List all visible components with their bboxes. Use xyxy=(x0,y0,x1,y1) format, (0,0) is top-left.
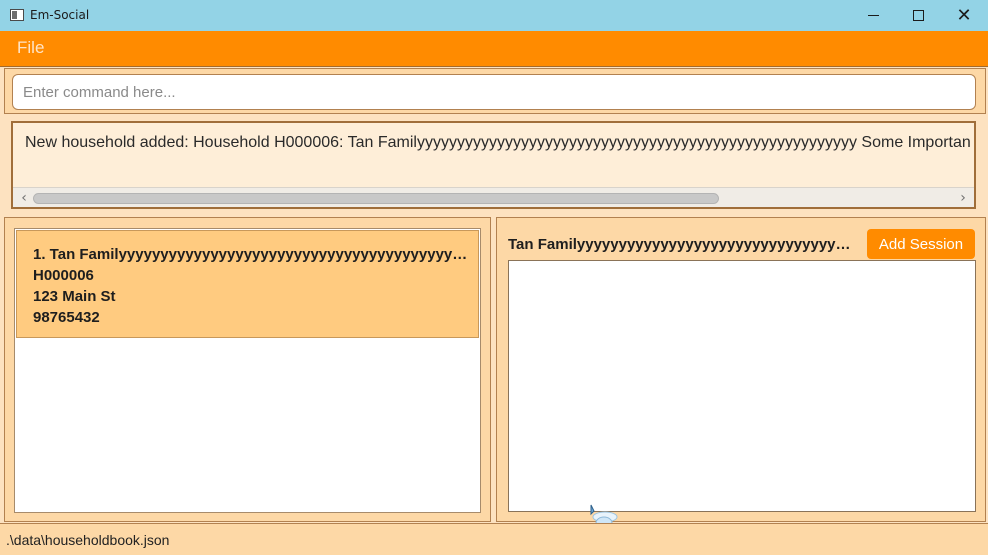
status-file-path: .\data\householdbook.json xyxy=(6,532,170,548)
list-item[interactable]: 1. Tan Familyyyyyyyyyyyyyyyyyyyyyyyyyyyy… xyxy=(16,230,479,338)
detail-title: Tan Familyyyyyyyyyyyyyyyyyyyyyyyyyyyyyyy… xyxy=(508,236,853,253)
command-input[interactable] xyxy=(12,74,976,110)
result-display: New household added: Household H000006: … xyxy=(11,121,976,209)
close-icon: ✕ xyxy=(956,4,972,26)
horizontal-scrollbar[interactable]: ‹ › xyxy=(13,187,974,207)
maximize-icon xyxy=(912,10,924,21)
household-address: 123 Main St xyxy=(33,288,116,305)
maximize-button[interactable] xyxy=(895,0,941,31)
minimize-icon xyxy=(867,15,879,16)
menu-bar: File xyxy=(0,31,988,67)
scroll-left-icon[interactable]: ‹ xyxy=(15,189,33,207)
result-message: New household added: Household H000006: … xyxy=(25,134,971,151)
household-phone: 98765432 xyxy=(33,309,100,326)
window-title: Em-Social xyxy=(30,8,90,22)
scroll-right-icon[interactable]: › xyxy=(954,189,972,207)
household-list: 1. Tan Familyyyyyyyyyyyyyyyyyyyyyyyyyyyy… xyxy=(14,228,481,513)
command-box xyxy=(4,68,986,114)
household-id: H000006 xyxy=(33,267,94,284)
household-list-panel: 1. Tan Familyyyyyyyyyyyyyyyyyyyyyyyyyyyy… xyxy=(4,217,491,522)
household-detail-panel: Tan Familyyyyyyyyyyyyyyyyyyyyyyyyyyyyyyy… xyxy=(496,217,986,522)
close-button[interactable]: ✕ xyxy=(941,0,987,31)
title-bar: Em-Social ✕ xyxy=(0,0,988,31)
app-icon xyxy=(10,9,24,21)
minimize-button[interactable] xyxy=(850,0,896,31)
menu-file[interactable]: File xyxy=(17,38,44,58)
add-session-button[interactable]: Add Session xyxy=(867,229,975,259)
status-bar: .\data\householdbook.json xyxy=(0,523,988,555)
scroll-thumb[interactable] xyxy=(33,193,719,204)
household-name: 1. Tan Familyyyyyyyyyyyyyyyyyyyyyyyyyyyy… xyxy=(33,246,473,263)
sessions-list xyxy=(508,260,976,512)
